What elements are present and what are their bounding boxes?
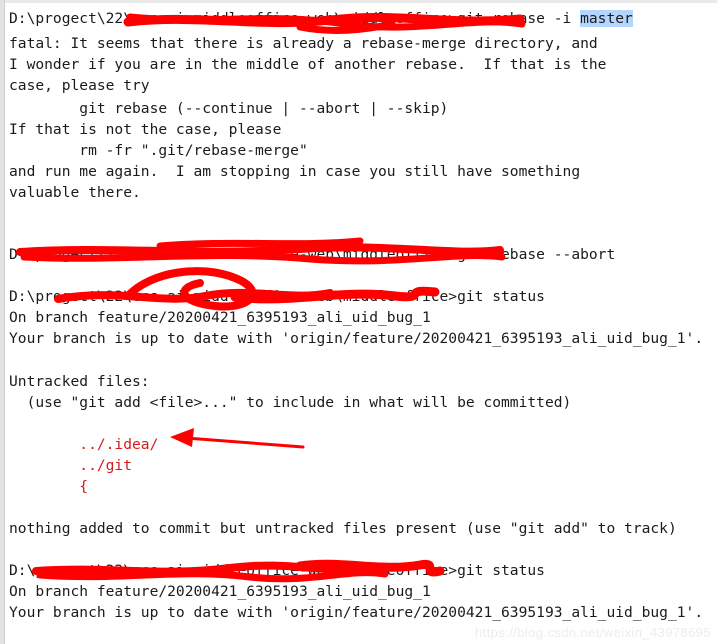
console-line: On branch feature/20200421_6395193_ali_u…	[9, 309, 431, 326]
console-line: ../git	[9, 457, 133, 474]
console-line: fatal: It seems that there is already a …	[9, 35, 598, 52]
console-line: git rebase (--continue | --abort | --ski…	[9, 100, 449, 117]
console-line: nothing added to commit but untracked fi…	[9, 520, 677, 537]
console-line: rm -fr ".git/rebase-merge"	[9, 142, 308, 159]
console-line: D:\progect\22\ecs-ai-middleoffice-web\mi…	[9, 562, 545, 579]
console-line: I wonder if you are in the middle of ano…	[9, 56, 607, 73]
console-line: {	[9, 478, 89, 495]
console-line: and run me again. I am stopping in case …	[9, 163, 581, 180]
console-line: D:\progect\22\ecs-ai-middleoffice-web\mi…	[9, 8, 633, 29]
console-line: valuable there.	[9, 184, 141, 201]
console-line: On branch feature/20200421_6395193_ali_u…	[9, 583, 431, 600]
console-line: (use "git add <file>..." to include in w…	[9, 394, 572, 411]
console-line: Your branch is up to date with 'origin/f…	[9, 604, 704, 621]
console-output-area[interactable]: D:\progect\22\ecs-ai-middleoffice-web\mi…	[9, 4, 717, 644]
window-top-edge	[0, 0, 717, 3]
terminal-screenshot: D:\progect\22\ecs-ai-middleoffice-web\mi…	[0, 0, 717, 644]
console-line: D:\progect\22\ecs-ai-middleoffice-web\mi…	[9, 288, 545, 305]
console-line: case, please try	[9, 77, 150, 94]
window-left-edge	[0, 0, 5, 644]
console-line: Your branch is up to date with 'origin/f…	[9, 330, 704, 347]
selected-text-master[interactable]: master	[580, 10, 633, 27]
console-line-text: D:\progect\22\ecs-ai-middleoffice-web\mi…	[9, 10, 581, 27]
console-line: Untracked files:	[9, 373, 150, 390]
console-line: D:\progect\22\ecs-ai-middleoffice-web\mi…	[9, 246, 616, 263]
console-line: ../.idea/	[9, 436, 159, 453]
console-line: If that is not the case, please	[9, 121, 282, 138]
csdn-watermark: https://blog.csdn.net/weixin_43978695	[475, 625, 711, 640]
